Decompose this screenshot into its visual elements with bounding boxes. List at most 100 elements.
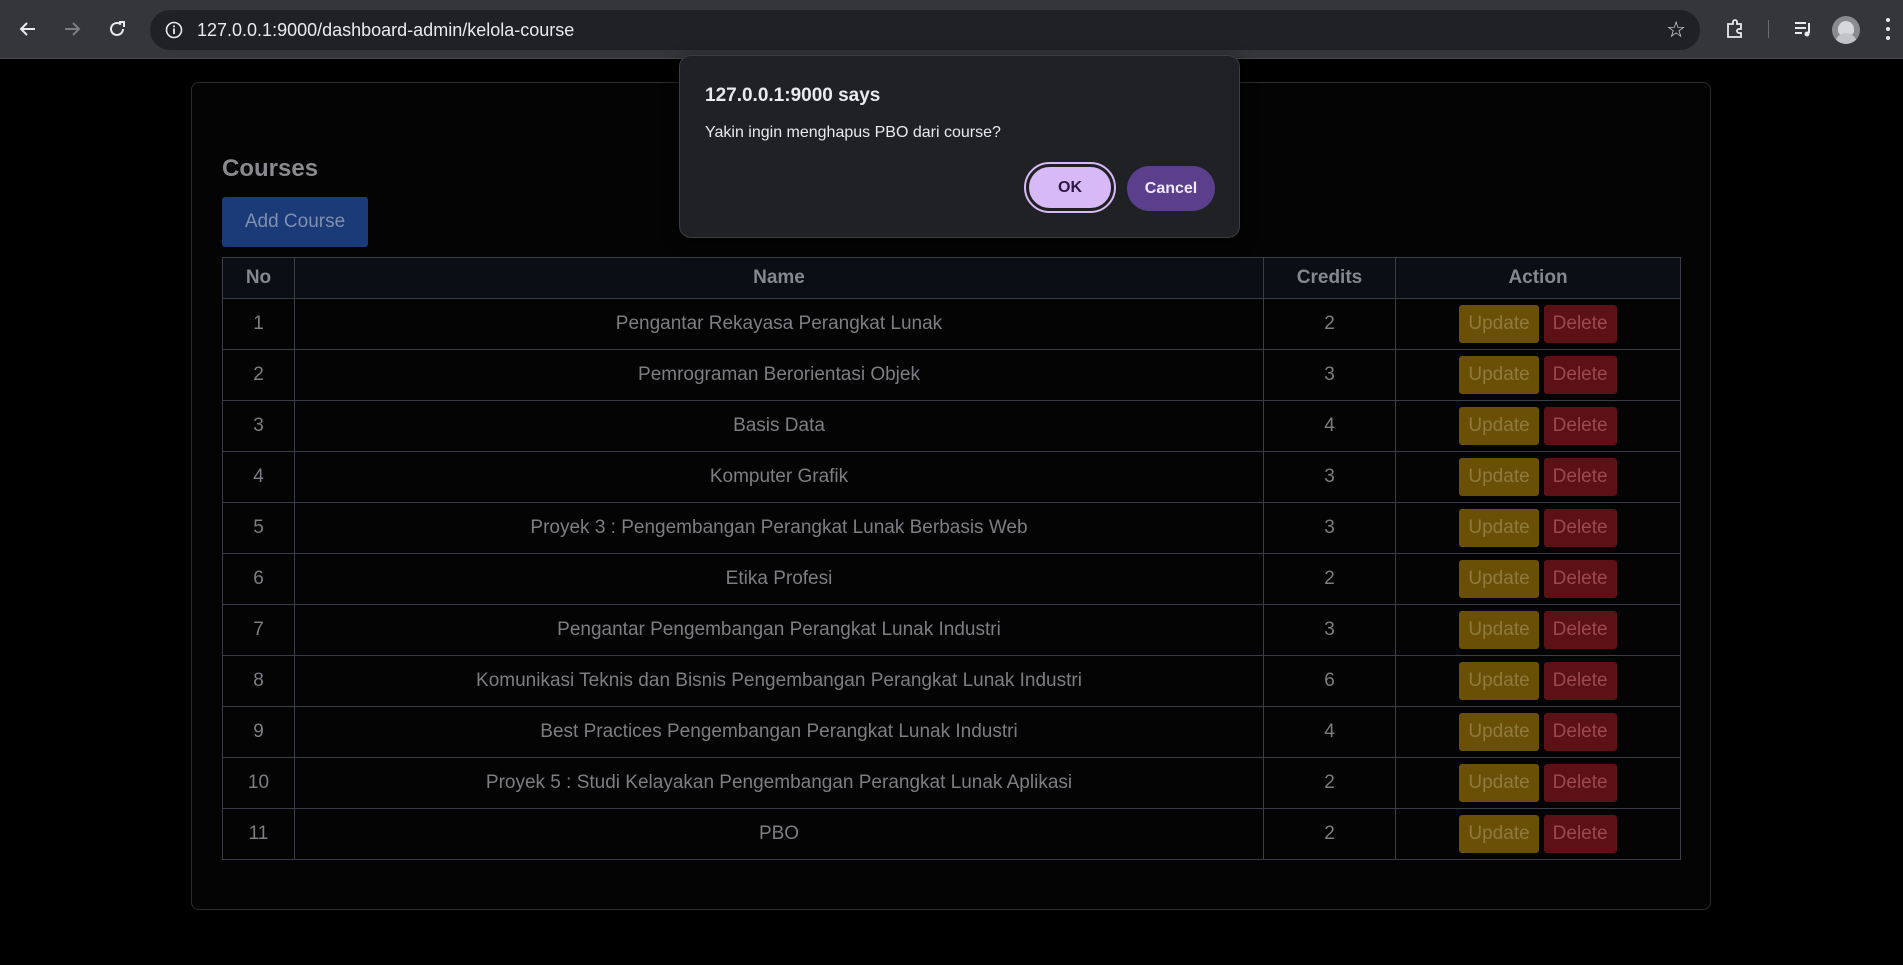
update-button[interactable]: Update (1459, 713, 1539, 751)
table-row: 7 Pengantar Pengembangan Perangkat Lunak … (222, 604, 1681, 656)
update-button[interactable]: Update (1459, 611, 1539, 649)
cancel-button[interactable]: Cancel (1127, 166, 1215, 211)
confirm-dialog: 127.0.0.1:9000 says Yakin ingin menghapu… (679, 55, 1240, 238)
update-button[interactable]: Update (1459, 356, 1539, 394)
row-no: 8 (222, 655, 295, 707)
profile-avatar-icon[interactable] (1832, 16, 1860, 44)
address-bar[interactable]: 127.0.0.1:9000/dashboard-admin/kelola-co… (150, 10, 1700, 50)
forward-arrow-icon[interactable] (57, 14, 87, 44)
row-credits: 2 (1263, 553, 1396, 605)
media-controls-icon[interactable] (1790, 16, 1816, 42)
row-actions: Update Delete (1395, 502, 1681, 554)
table-row: 2 Pemrograman Berorientasi Objek 3 Update De… (222, 349, 1681, 401)
delete-button[interactable]: Delete (1543, 458, 1617, 496)
delete-button[interactable]: Delete (1543, 305, 1617, 343)
back-arrow-icon[interactable] (13, 14, 43, 44)
table-row: 1 Pengantar Rekayasa Perangkat Lunak 2 Upda… (222, 298, 1681, 350)
row-name: Pengantar Rekayasa Perangkat Lunak (294, 298, 1264, 350)
table-row: 3 Basis Data 4 Update Delete (222, 400, 1681, 452)
bookmark-star-icon[interactable]: ☆ (1666, 17, 1686, 43)
courses-table: No Name Credits Action 1 Pengantar Rekaya… (222, 257, 1681, 860)
row-credits: 3 (1263, 502, 1396, 554)
delete-button[interactable]: Delete (1543, 764, 1617, 802)
extensions-icon[interactable] (1722, 16, 1748, 42)
row-actions: Update Delete (1395, 808, 1681, 860)
table-row: 10 Proyek 5 : Studi Kelayakan Pengembanga… (222, 757, 1681, 809)
update-button[interactable]: Update (1459, 815, 1539, 853)
delete-button[interactable]: Delete (1543, 611, 1617, 649)
table-row: 9 Best Practices Pengembangan Perangkat L… (222, 706, 1681, 758)
row-name: Proyek 3 : Pengembangan Perangkat Lunak … (294, 502, 1264, 554)
row-actions: Update Delete (1395, 706, 1681, 758)
row-actions: Update Delete (1395, 349, 1681, 401)
row-name: Komputer Grafik (294, 451, 1264, 503)
table-row: 5 Proyek 3 : Pengembangan Perangkat Lunak… (222, 502, 1681, 554)
site-info-icon[interactable] (160, 16, 188, 44)
row-name: Best Practices Pengembangan Perangkat Lu… (294, 706, 1264, 758)
add-course-button[interactable]: Add Course (222, 197, 368, 247)
update-button[interactable]: Update (1459, 764, 1539, 802)
update-button[interactable]: Update (1459, 458, 1539, 496)
row-no: 7 (222, 604, 295, 656)
delete-button[interactable]: Delete (1543, 815, 1617, 853)
delete-button[interactable]: Delete (1543, 560, 1617, 598)
row-no: 11 (222, 808, 295, 860)
row-no: 10 (222, 757, 295, 809)
header-action: Action (1395, 257, 1681, 299)
table-row: 11 PBO 2 Update Delete (222, 808, 1681, 860)
delete-button[interactable]: Delete (1543, 407, 1617, 445)
row-name: Pemrograman Berorientasi Objek (294, 349, 1264, 401)
update-button[interactable]: Update (1459, 407, 1539, 445)
row-credits: 2 (1263, 298, 1396, 350)
header-name: Name (294, 257, 1264, 299)
header-no: No (222, 257, 295, 299)
row-credits: 6 (1263, 655, 1396, 707)
row-actions: Update Delete (1395, 757, 1681, 809)
row-no: 4 (222, 451, 295, 503)
reload-icon[interactable] (102, 14, 132, 44)
table-header-row: No Name Credits Action (222, 257, 1681, 299)
row-actions: Update Delete (1395, 604, 1681, 656)
row-no: 6 (222, 553, 295, 605)
row-credits: 4 (1263, 706, 1396, 758)
row-name: Etika Profesi (294, 553, 1264, 605)
row-name: PBO (294, 808, 1264, 860)
table-row: 8 Komunikasi Teknis dan Bisnis Pengembang… (222, 655, 1681, 707)
row-actions: Update Delete (1395, 298, 1681, 350)
browser-toolbar: 127.0.0.1:9000/dashboard-admin/kelola-co… (0, 0, 1903, 59)
row-credits: 3 (1263, 451, 1396, 503)
row-name: Komunikasi Teknis dan Bisnis Pengembanga… (294, 655, 1264, 707)
row-name: Basis Data (294, 400, 1264, 452)
delete-button[interactable]: Delete (1543, 509, 1617, 547)
row-credits: 2 (1263, 757, 1396, 809)
row-no: 2 (222, 349, 295, 401)
toolbar-divider (1768, 20, 1769, 38)
dialog-title: 127.0.0.1:9000 says (705, 85, 881, 106)
row-name: Proyek 5 : Studi Kelayakan Pengembangan … (294, 757, 1264, 809)
row-no: 5 (222, 502, 295, 554)
delete-button[interactable]: Delete (1543, 662, 1617, 700)
row-actions: Update Delete (1395, 451, 1681, 503)
row-actions: Update Delete (1395, 655, 1681, 707)
row-name: Pengantar Pengembangan Perangkat Lunak I… (294, 604, 1264, 656)
dialog-message: Yakin ingin menghapus PBO dari course? (705, 124, 1001, 141)
url-text[interactable]: 127.0.0.1:9000/dashboard-admin/kelola-co… (197, 20, 574, 41)
update-button[interactable]: Update (1459, 305, 1539, 343)
table-row: 4 Komputer Grafik 3 Update Delete (222, 451, 1681, 503)
header-credits: Credits (1263, 257, 1396, 299)
delete-button[interactable]: Delete (1543, 356, 1617, 394)
row-credits: 2 (1263, 808, 1396, 860)
row-no: 3 (222, 400, 295, 452)
delete-button[interactable]: Delete (1543, 713, 1617, 751)
row-actions: Update Delete (1395, 400, 1681, 452)
ok-button[interactable]: OK (1024, 162, 1116, 213)
row-credits: 3 (1263, 604, 1396, 656)
update-button[interactable]: Update (1459, 662, 1539, 700)
update-button[interactable]: Update (1459, 509, 1539, 547)
update-button[interactable]: Update (1459, 560, 1539, 598)
row-credits: 3 (1263, 349, 1396, 401)
row-actions: Update Delete (1395, 553, 1681, 605)
row-credits: 4 (1263, 400, 1396, 452)
more-menu-icon[interactable] (1886, 18, 1890, 40)
page-title: Courses (222, 155, 319, 182)
